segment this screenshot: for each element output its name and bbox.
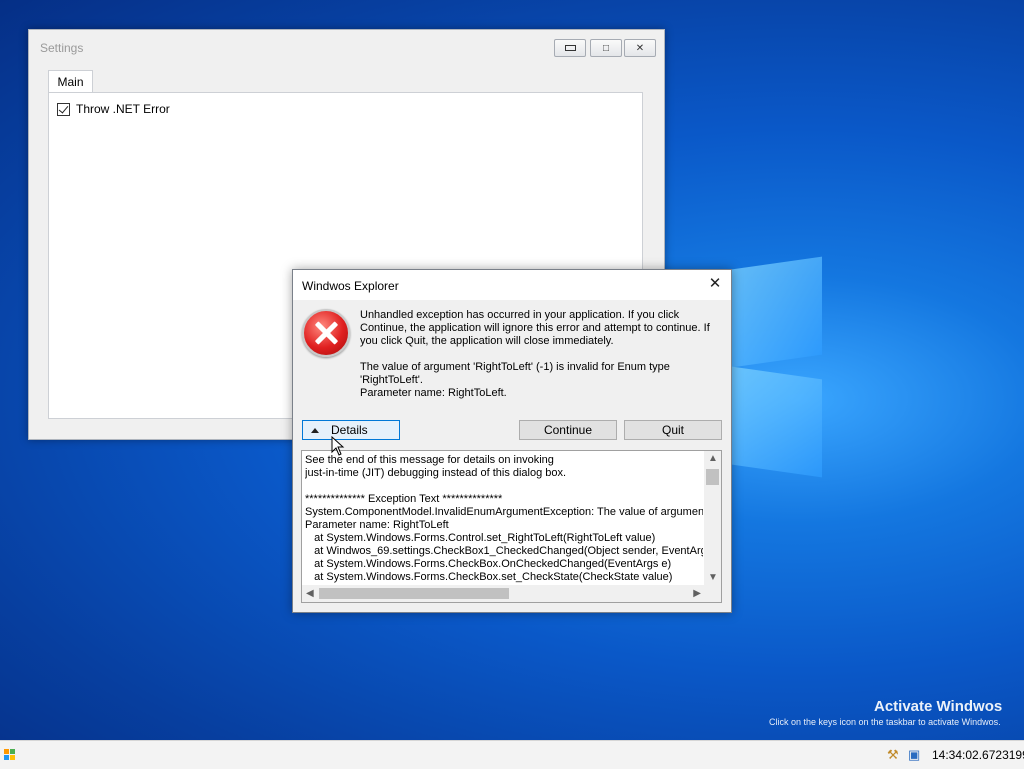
taskbar: ⚒ ▣ 14:34:02.6723199 xyxy=(0,740,1024,769)
scroll-up-icon[interactable]: ▲ xyxy=(708,453,718,464)
exception-dialog: Windwos Explorer ✕ Unhandled exception h… xyxy=(292,269,732,613)
vertical-scroll-thumb[interactable] xyxy=(706,469,719,485)
scrollbar-corner xyxy=(704,585,721,602)
vertical-scrollbar[interactable]: ▲ ▼ xyxy=(704,451,721,585)
scroll-right-icon[interactable]: ▶ xyxy=(693,588,701,599)
key-icon[interactable]: ⚒ xyxy=(887,747,903,763)
quit-button[interactable]: Quit xyxy=(624,420,722,440)
details-button-label: Details xyxy=(331,423,368,437)
scroll-down-icon[interactable]: ▼ xyxy=(708,572,718,583)
scroll-left-icon[interactable]: ◀ xyxy=(306,588,314,599)
continue-button[interactable]: Continue xyxy=(519,420,617,440)
minimize-button[interactable] xyxy=(554,39,586,57)
details-button[interactable]: Details xyxy=(302,420,400,440)
throw-error-checkbox-row[interactable]: Throw .NET Error xyxy=(57,102,170,116)
dialog-titlebar: Windwos Explorer ✕ xyxy=(293,270,731,300)
mouse-cursor-icon xyxy=(331,436,345,456)
dialog-title: Windwos Explorer xyxy=(302,279,399,293)
message-paragraph-1: Unhandled exception has occurred in your… xyxy=(360,309,710,347)
collapse-up-icon xyxy=(311,427,319,433)
details-textbox[interactable]: See the end of this message for details … xyxy=(301,450,722,603)
message-paragraph-3: Parameter name: RightToLeft. xyxy=(360,387,507,399)
message-paragraph-2: The value of argument 'RightToLeft' (-1)… xyxy=(360,361,670,386)
window-title: Settings xyxy=(40,41,84,55)
error-icon xyxy=(302,309,350,357)
close-button[interactable]: ✕ xyxy=(624,39,656,57)
maximize-button[interactable]: □ xyxy=(590,39,622,57)
close-icon[interactable]: ✕ xyxy=(707,276,723,292)
start-icon[interactable] xyxy=(4,749,15,760)
activation-watermark-title: Activate Windwos xyxy=(874,698,1003,715)
taskbar-clock[interactable]: 14:34:02.6723199 xyxy=(932,748,1024,762)
network-icon[interactable]: ▣ xyxy=(908,747,924,763)
error-message: Unhandled exception has occurred in your… xyxy=(360,309,710,400)
checkbox-checked-icon[interactable] xyxy=(57,102,70,116)
details-text: See the end of this message for details … xyxy=(305,454,703,583)
horizontal-scroll-thumb[interactable] xyxy=(319,588,509,599)
tab-main[interactable]: Main xyxy=(48,70,93,93)
checkbox-label: Throw .NET Error xyxy=(76,102,170,116)
activation-watermark-subtitle: Click on the keys icon on the taskbar to… xyxy=(769,717,1001,727)
horizontal-scrollbar[interactable]: ◀ ▶ xyxy=(302,585,705,602)
